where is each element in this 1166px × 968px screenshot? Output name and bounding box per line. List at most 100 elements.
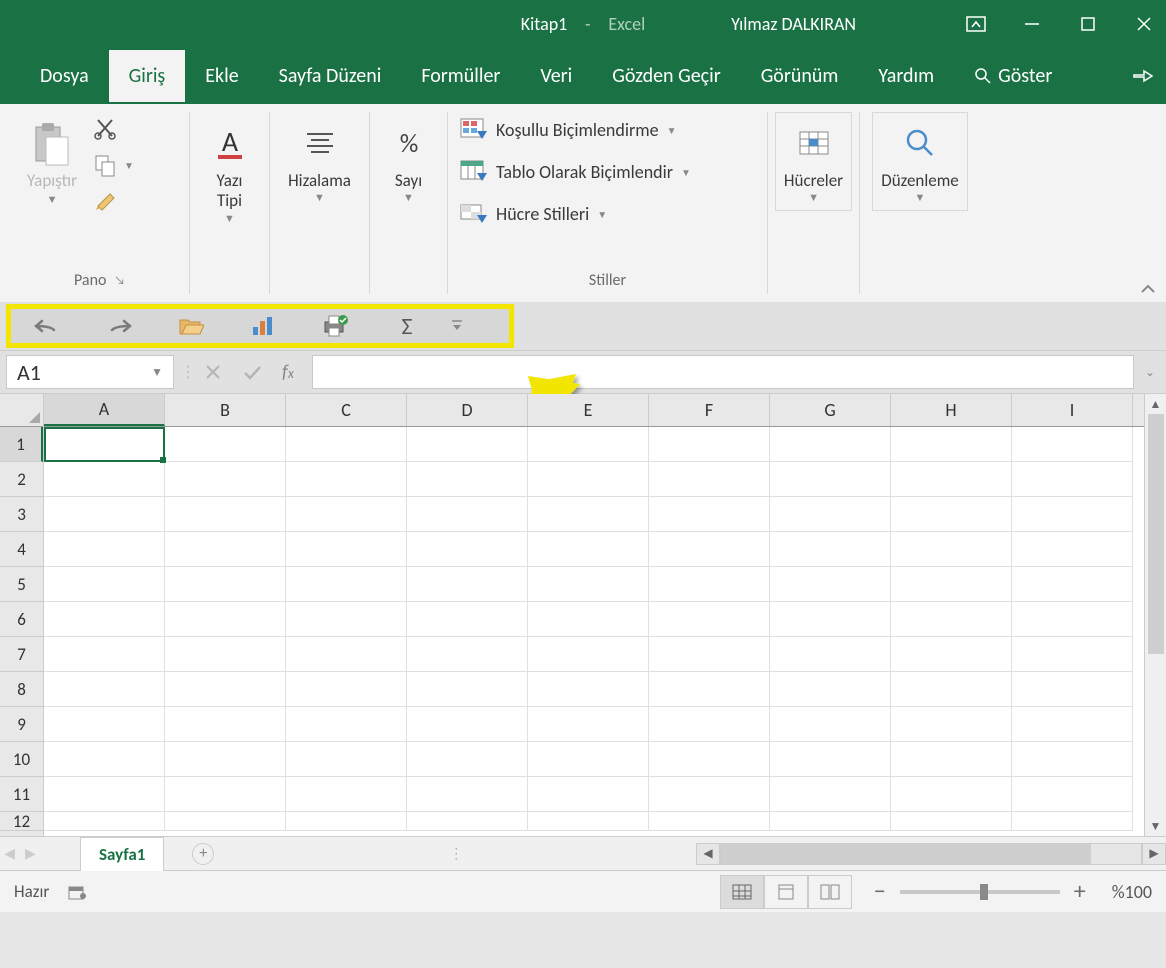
col-header[interactable]: B <box>165 394 286 426</box>
cell[interactable] <box>528 602 649 637</box>
col-header[interactable]: H <box>891 394 1012 426</box>
collapse-ribbon-icon[interactable] <box>1140 284 1156 296</box>
share-icon[interactable] <box>1130 65 1154 87</box>
row-header[interactable]: 5 <box>0 567 43 602</box>
user-name[interactable]: Yılmaz DALKIRAN <box>731 13 856 35</box>
number-button[interactable]: % Sayı ▼ <box>383 112 435 211</box>
cell[interactable] <box>286 637 407 672</box>
cell[interactable] <box>528 672 649 707</box>
font-button[interactable]: A Yazı Tipi ▼ <box>203 112 257 232</box>
cell[interactable] <box>44 427 165 462</box>
cell[interactable] <box>407 567 528 602</box>
cell[interactable] <box>1012 637 1133 672</box>
paste-dropdown-icon[interactable]: ▼ <box>47 191 58 206</box>
editing-button[interactable]: Düzenleme ▼ <box>872 112 968 211</box>
cell[interactable] <box>1012 567 1133 602</box>
sheet-tab[interactable]: Sayfa1 <box>80 837 164 871</box>
cell[interactable] <box>770 567 891 602</box>
row-header[interactable]: 9 <box>0 707 43 742</box>
cell[interactable] <box>528 777 649 812</box>
cell[interactable] <box>528 497 649 532</box>
cell[interactable] <box>286 462 407 497</box>
number-dropdown-icon[interactable]: ▼ <box>403 191 414 204</box>
cell[interactable] <box>286 812 407 831</box>
scroll-up-icon[interactable]: ▲ <box>1145 394 1166 414</box>
zoom-out-button[interactable]: − <box>870 877 890 906</box>
cell[interactable] <box>44 532 165 567</box>
undo-button[interactable] <box>11 309 83 343</box>
cell[interactable] <box>407 812 528 831</box>
cell[interactable] <box>770 672 891 707</box>
cell[interactable] <box>1012 497 1133 532</box>
row-header[interactable]: 10 <box>0 742 43 777</box>
formula-input[interactable] <box>312 355 1134 389</box>
row-header[interactable]: 6 <box>0 602 43 637</box>
page-layout-view-button[interactable] <box>764 875 808 909</box>
cell[interactable] <box>1012 812 1133 831</box>
cell[interactable] <box>286 672 407 707</box>
cell[interactable] <box>649 637 770 672</box>
sheet-nav-prev-icon[interactable]: ◀ <box>4 845 15 862</box>
row-header[interactable]: 2 <box>0 462 43 497</box>
cell[interactable] <box>528 462 649 497</box>
vertical-scrollbar[interactable]: ▲ ▼ <box>1144 394 1166 836</box>
close-icon[interactable] <box>1130 10 1158 38</box>
zoom-label[interactable]: %100 <box>1112 881 1152 903</box>
horizontal-scrollbar[interactable]: ◀ ▶ <box>696 843 1166 865</box>
copy-dropdown-icon[interactable]: ▼ <box>124 159 134 172</box>
tab-dosya[interactable]: Dosya <box>20 50 109 102</box>
cell[interactable] <box>649 497 770 532</box>
alignment-dropdown-icon[interactable]: ▼ <box>314 191 325 204</box>
cancel-formula-icon[interactable] <box>204 363 222 381</box>
cell[interactable] <box>165 462 286 497</box>
cell[interactable] <box>286 602 407 637</box>
zoom-slider[interactable] <box>900 890 1060 894</box>
page-break-view-button[interactable] <box>808 875 852 909</box>
cell[interactable] <box>165 602 286 637</box>
cell[interactable] <box>165 427 286 462</box>
cell[interactable] <box>770 707 891 742</box>
cell[interactable] <box>44 812 165 831</box>
row-header[interactable]: 4 <box>0 532 43 567</box>
cell[interactable] <box>407 532 528 567</box>
col-header[interactable]: F <box>649 394 770 426</box>
col-header[interactable]: G <box>770 394 891 426</box>
col-header[interactable]: C <box>286 394 407 426</box>
cell[interactable] <box>1012 742 1133 777</box>
minimize-icon[interactable] <box>1018 10 1046 38</box>
hscroll-thumb[interactable] <box>721 844 1091 864</box>
cell[interactable] <box>528 427 649 462</box>
cell[interactable] <box>770 777 891 812</box>
col-header[interactable]: A <box>44 394 165 426</box>
cell[interactable] <box>165 637 286 672</box>
scroll-right-icon[interactable]: ▶ <box>1142 843 1166 865</box>
cell[interactable] <box>1012 462 1133 497</box>
row-header[interactable]: 8 <box>0 672 43 707</box>
cell[interactable] <box>286 707 407 742</box>
col-header[interactable]: I <box>1012 394 1133 426</box>
cell[interactable] <box>44 672 165 707</box>
cell[interactable] <box>1012 777 1133 812</box>
row-header[interactable]: 7 <box>0 637 43 672</box>
new-sheet-button[interactable]: + <box>192 843 214 865</box>
name-box[interactable]: A1 ▼ <box>6 355 174 389</box>
cell[interactable] <box>528 532 649 567</box>
cell[interactable] <box>891 602 1012 637</box>
insert-function-icon[interactable]: fx <box>282 361 294 384</box>
autosum-button[interactable]: Σ <box>371 309 443 343</box>
cell[interactable] <box>407 497 528 532</box>
cell[interactable] <box>770 812 891 831</box>
ribbon-display-options-icon[interactable] <box>962 10 990 38</box>
cell[interactable] <box>891 777 1012 812</box>
conditional-formatting-button[interactable]: Koşullu Biçimlendirme ▼ <box>456 112 679 148</box>
cell[interactable] <box>165 497 286 532</box>
cell[interactable] <box>891 637 1012 672</box>
cell[interactable] <box>165 742 286 777</box>
cell[interactable] <box>891 427 1012 462</box>
scroll-thumb[interactable] <box>1148 414 1164 654</box>
cell[interactable] <box>770 602 891 637</box>
namebox-dropdown-icon[interactable]: ▼ <box>151 365 163 380</box>
cell[interactable] <box>649 672 770 707</box>
tab-formuller[interactable]: Formüller <box>401 50 520 102</box>
open-button[interactable] <box>155 309 227 343</box>
